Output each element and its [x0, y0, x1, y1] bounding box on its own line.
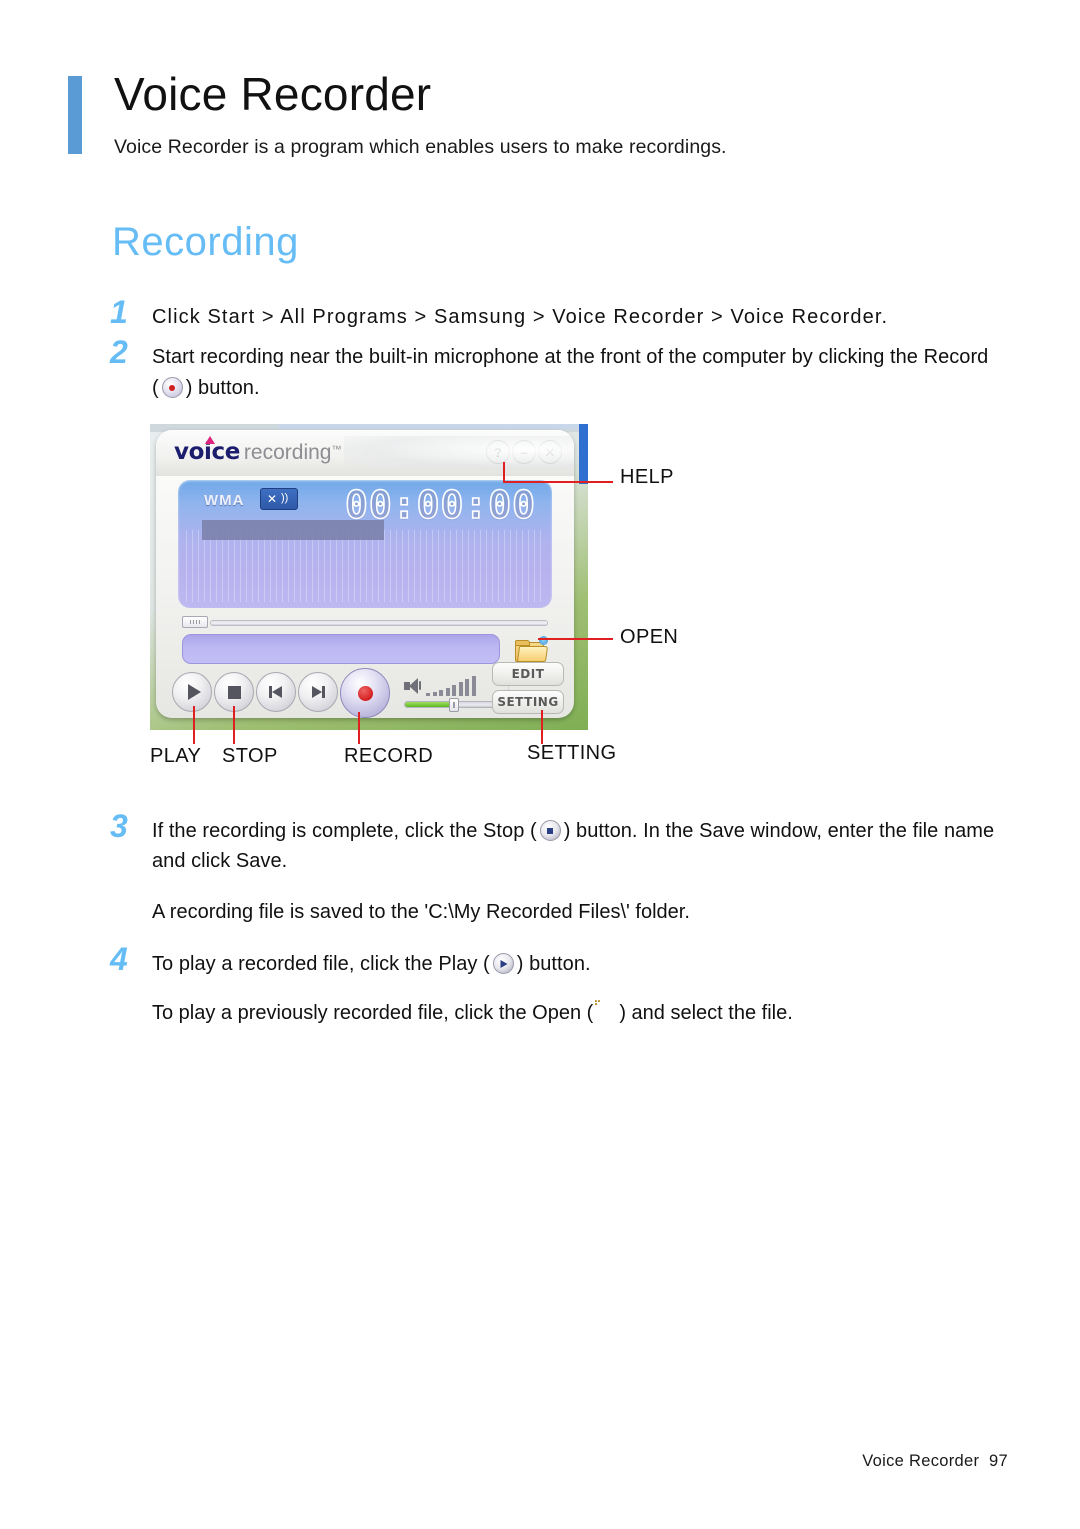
step-4-note: To play a previously recorded file, clic…: [152, 998, 1020, 1028]
stop-button-icon: [538, 820, 563, 842]
recording-timer: 00:00:00: [344, 483, 536, 527]
next-button[interactable]: [298, 672, 338, 712]
footer-page-number: 97: [989, 1452, 1008, 1470]
step-number: 1: [110, 294, 128, 330]
setting-button[interactable]: SETTING: [492, 690, 564, 714]
step-text: Click Start > All Programs > Samsung > V…: [152, 306, 889, 328]
step-text-part: ) button.: [516, 953, 591, 976]
track-title-area: [202, 520, 384, 540]
help-button[interactable]: ?: [486, 440, 510, 464]
step-2: 2 Start recording near the built-in micr…: [110, 336, 1020, 403]
logo-word-secondary: recording: [243, 441, 332, 464]
volume-thumb[interactable]: [449, 698, 459, 712]
previous-button[interactable]: [256, 672, 296, 712]
logo-trademark: ™: [331, 444, 342, 456]
leader-help-horizontal: [503, 481, 613, 483]
step-text-part: Start recording near the built-in microp…: [152, 346, 989, 369]
leader-setting-vertical: [541, 710, 543, 744]
volume-control: [404, 674, 500, 714]
steps-list-top: 1 Click Start > All Programs > Samsung >…: [110, 296, 1020, 407]
step-number: 2: [110, 334, 128, 371]
leader-help-vertical: [503, 462, 505, 482]
play-button-icon: [491, 953, 516, 975]
paren-close: ) button.: [185, 376, 260, 399]
seek-bar[interactable]: [182, 616, 548, 628]
paren-open: (: [152, 376, 159, 399]
minimize-button[interactable]: –: [512, 440, 536, 464]
step-3-note: A recording file is saved to the 'C:\My …: [152, 900, 690, 923]
callout-stop: STOP: [222, 745, 278, 767]
volume-level-bars: [426, 676, 476, 696]
page-title: Voice Recorder: [114, 68, 432, 120]
step-number: 4: [110, 941, 128, 978]
stop-icon: [227, 685, 241, 699]
title-accent-bar: [68, 76, 82, 154]
step-text: Start recording near the built-in microp…: [152, 342, 1020, 403]
leader-stop-vertical: [233, 706, 235, 744]
logo-caret-icon: [205, 436, 215, 444]
format-label: WMA: [204, 492, 245, 509]
callout-play: PLAY: [150, 745, 202, 767]
step-text: If the recording is complete, click the …: [152, 816, 1020, 877]
file-name-field[interactable]: [182, 634, 500, 664]
mute-x-glyph: ✕: [267, 492, 278, 506]
edit-button[interactable]: EDIT: [492, 662, 564, 686]
window-titlebar: voice recording™ ? – ✕: [156, 430, 574, 476]
seek-track[interactable]: [210, 620, 548, 626]
step-3: 3 If the recording is complete, click th…: [110, 810, 1020, 927]
side-button-group: EDIT SETTING: [492, 662, 564, 718]
volume-fill: [405, 702, 451, 707]
voice-recorder-screenshot: voicerecording™ ? – ✕ WMA ✕ )) 00:00:00: [150, 424, 588, 730]
close-button[interactable]: ✕: [538, 440, 562, 464]
step-text-part: To play a recorded file, click the Play …: [152, 953, 490, 976]
mute-speaker-icon[interactable]: ✕ )): [260, 488, 298, 510]
page-subtitle: Voice Recorder is a program which enable…: [114, 136, 727, 158]
open-folder-icon: [594, 999, 618, 1024]
record-icon: [357, 685, 373, 701]
callout-open: OPEN: [620, 626, 679, 648]
desktop-edge-stripe-top: [279, 424, 579, 429]
footer-label: Voice Recorder: [862, 1452, 980, 1470]
play-button[interactable]: [172, 672, 212, 712]
callout-record: RECORD: [344, 745, 434, 767]
app-logo: voice recording™: [174, 436, 342, 465]
page-footer: Voice Recorder 97: [862, 1452, 1008, 1471]
speaker-icon: [404, 678, 422, 694]
record-button[interactable]: [340, 668, 390, 718]
leader-open-horizontal: [538, 638, 613, 640]
step-number: 3: [110, 808, 128, 844]
lcd-display: WMA ✕ )) 00:00:00: [178, 480, 552, 608]
step-text-part: If the recording is complete, click the …: [152, 820, 537, 842]
section-heading: Recording: [112, 220, 299, 264]
open-folder-icon[interactable]: [514, 636, 548, 663]
leader-play-vertical: [193, 706, 195, 744]
step-4: 4 To play a recorded file, click the Pla…: [110, 943, 1020, 1028]
step-1: 1 Click Start > All Programs > Samsung >…: [110, 296, 1020, 332]
mute-waves-glyph: )): [281, 492, 289, 504]
desktop-edge-stripe: [579, 424, 588, 484]
document-page: Voice Recorder Voice Recorder is a progr…: [0, 0, 1080, 1529]
step-text-part: To play a previously recorded file, clic…: [152, 1001, 594, 1024]
step-text: To play a recorded file, click the Play …: [152, 949, 1020, 979]
skip-forward-icon: [311, 685, 325, 699]
seek-thumb[interactable]: [182, 616, 208, 628]
steps-list-bottom: 3 If the recording is complete, click th…: [110, 810, 1020, 1032]
callout-help: HELP: [620, 466, 674, 488]
skip-back-icon: [269, 685, 283, 699]
volume-slider[interactable]: [404, 698, 496, 712]
voice-recorder-window: voicerecording™ ? – ✕ WMA ✕ )) 00:00:00: [156, 430, 574, 718]
record-button-icon: [160, 376, 185, 399]
play-icon: [187, 684, 201, 700]
callout-setting: SETTING: [527, 742, 617, 764]
file-row: [182, 634, 548, 664]
window-button-group: ? – ✕: [486, 440, 562, 464]
leader-record-vertical: [358, 712, 360, 744]
waveform-bars: [186, 530, 544, 602]
step-text-part: ) and select the file.: [619, 1001, 793, 1024]
